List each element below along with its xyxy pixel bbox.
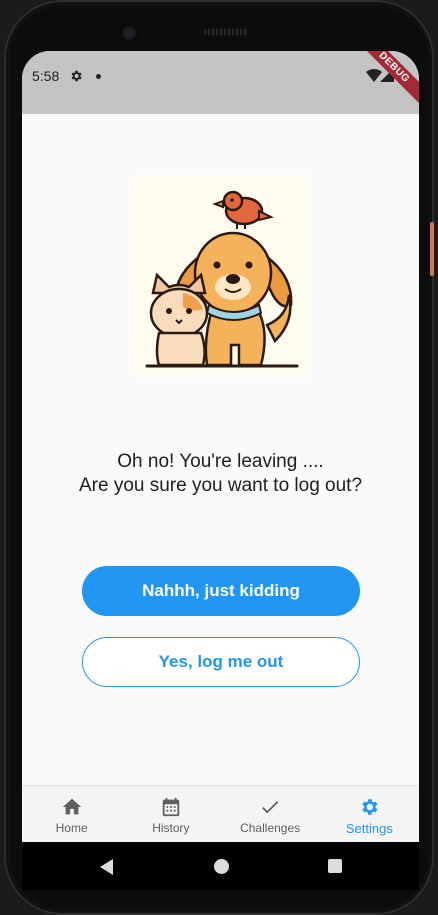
dog-cat-bird-illustration: [145, 190, 299, 368]
side-button: [430, 222, 434, 276]
confirm-logout-button[interactable]: Yes, log me out: [82, 637, 360, 687]
cancel-logout-button[interactable]: Nahhh, just kidding: [82, 566, 360, 616]
system-navigation-bar: [22, 842, 419, 890]
bottom-navigation: Home History Challenges Settings: [22, 785, 419, 842]
notification-dot-icon: [96, 74, 101, 79]
nav-item-settings[interactable]: Settings: [320, 786, 419, 842]
calendar-icon: [162, 797, 180, 817]
nav-item-challenges[interactable]: Challenges: [221, 786, 320, 842]
app-screen: 5:58 DEBUG Oh no! You're leaving .... Ar…: [22, 51, 419, 842]
status-bar: 5:58 DEBUG: [22, 51, 419, 114]
check-icon: [262, 801, 279, 814]
nav-label-history: History: [152, 821, 190, 835]
message-line-1: Oh no! You're leaving ....: [117, 451, 324, 472]
settings-notification-icon: [71, 70, 82, 82]
pet-illustration: [133, 175, 310, 377]
nav-label-challenges: Challenges: [240, 821, 301, 835]
logout-confirmation-message: Oh no! You're leaving .... Are you sure …: [22, 450, 419, 498]
nav-label-home: Home: [55, 821, 88, 835]
front-camera: [118, 22, 140, 44]
gear-icon: [362, 799, 378, 815]
nav-item-home[interactable]: Home: [22, 786, 121, 842]
back-icon[interactable]: [100, 859, 113, 875]
home-circle-icon[interactable]: [214, 859, 229, 874]
recents-icon[interactable]: [328, 859, 342, 873]
nav-item-history[interactable]: History: [121, 786, 220, 842]
home-icon: [62, 798, 81, 815]
nav-label-settings: Settings: [345, 821, 393, 836]
status-time: 5:58: [32, 68, 60, 84]
message-line-2: Are you sure you want to log out?: [78, 475, 363, 496]
earpiece-speaker: [204, 29, 248, 35]
